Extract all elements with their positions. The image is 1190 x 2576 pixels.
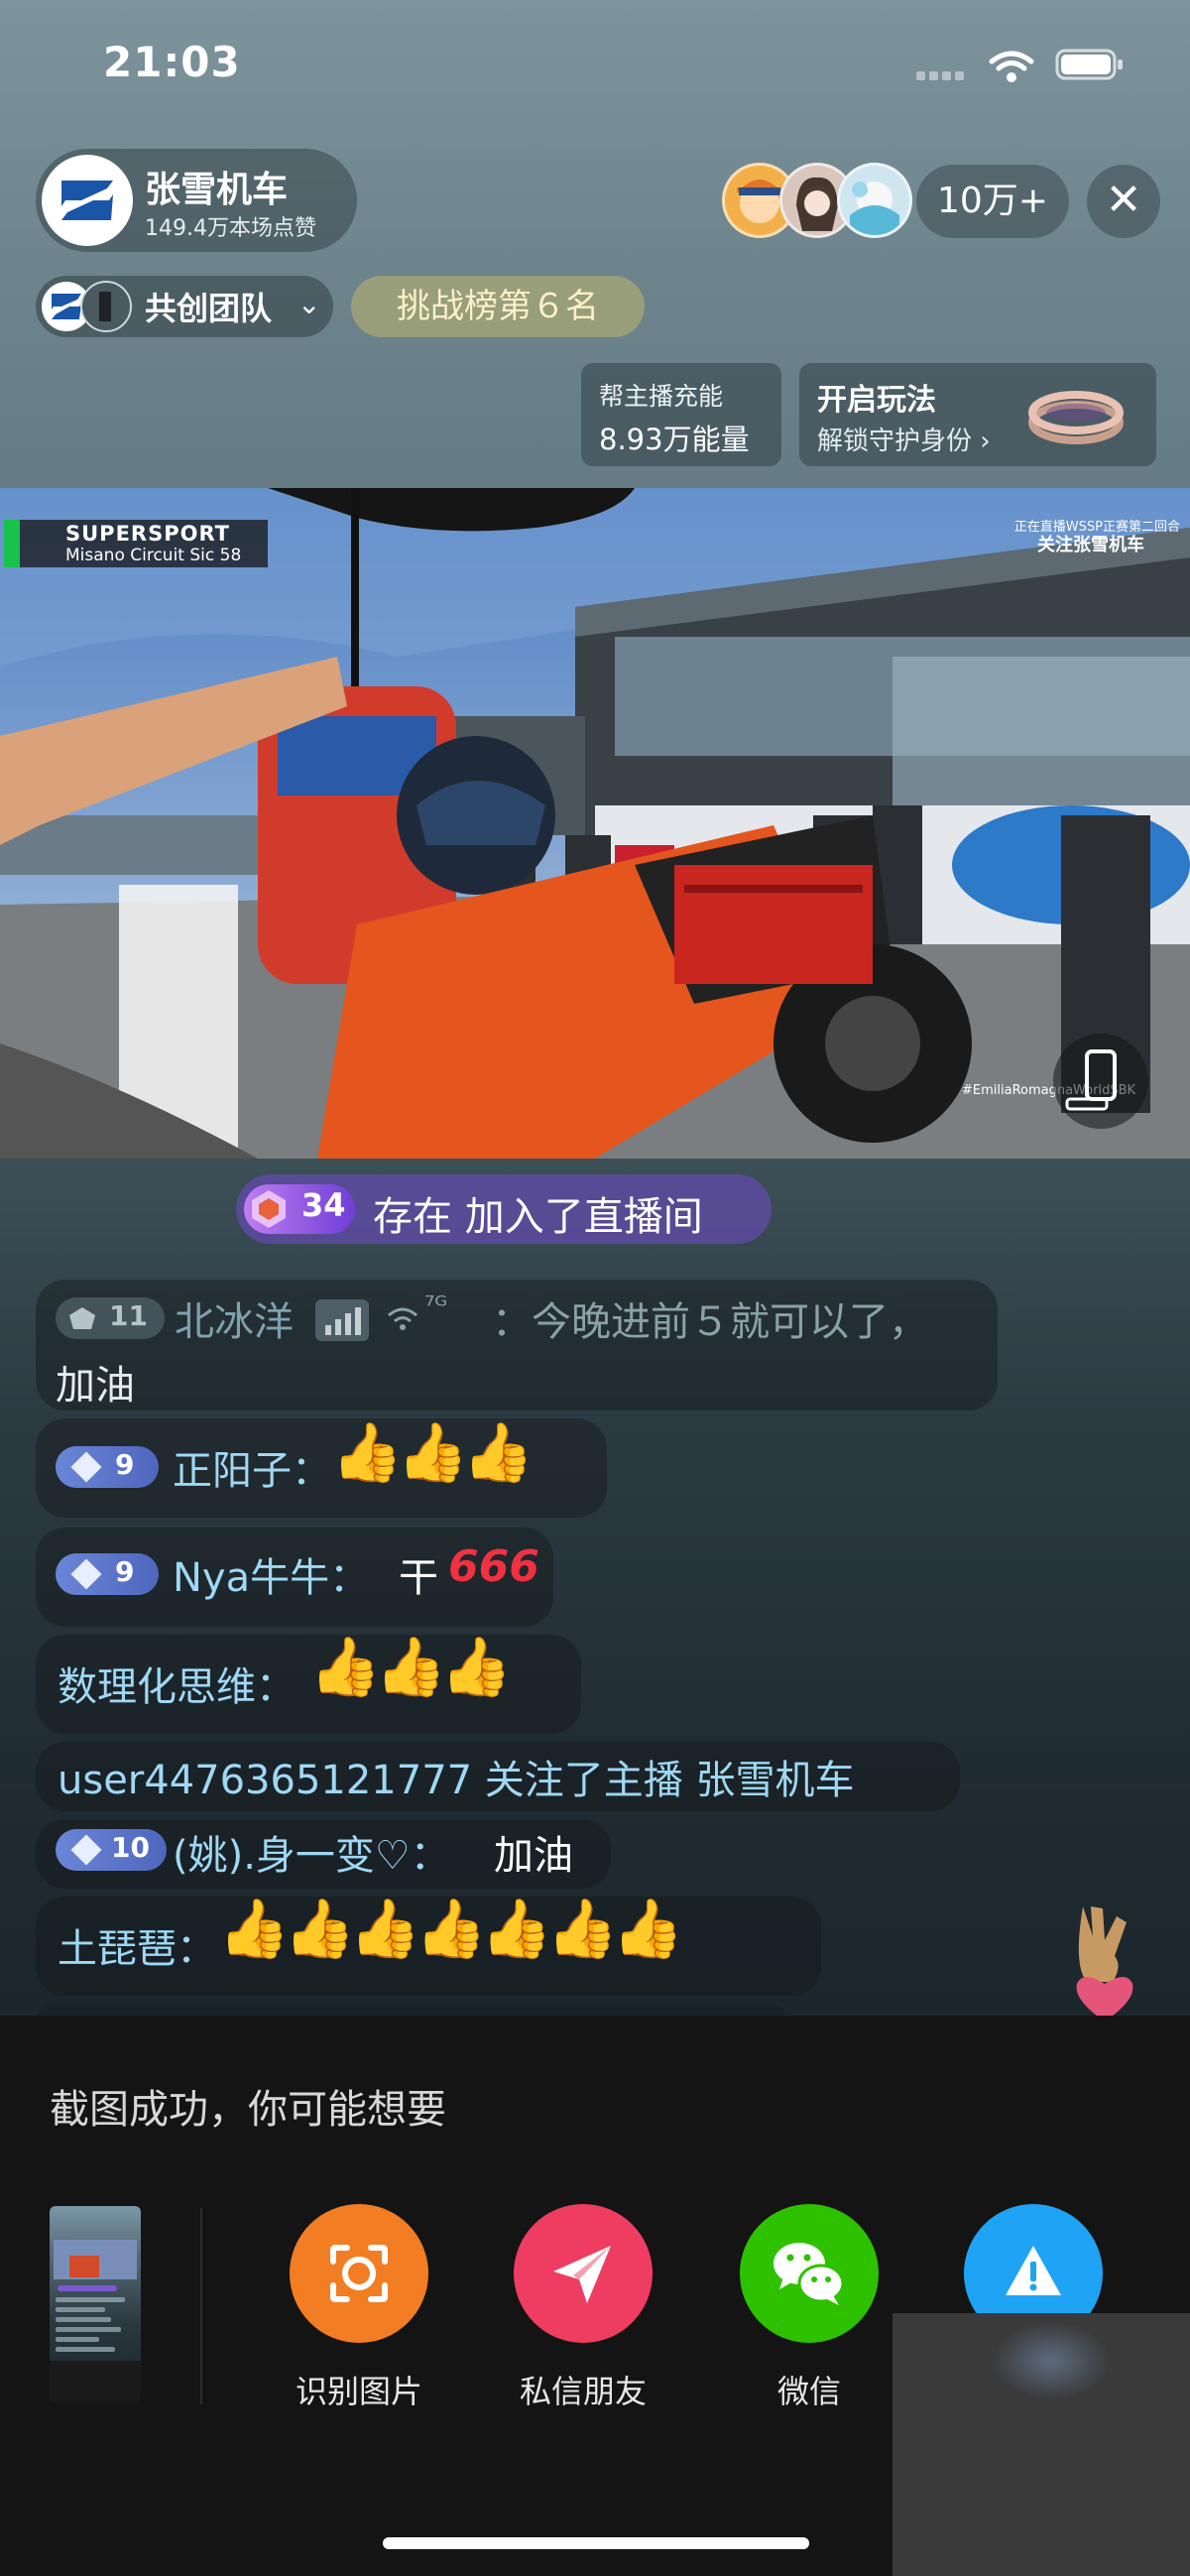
level-number: 9 — [115, 1555, 135, 1588]
signal-dot — [929, 71, 938, 80]
chat-username[interactable]: (姚).身一变♡： — [173, 1823, 450, 1881]
status-time: 21:03 — [103, 38, 241, 86]
thumbs-up-icon: 👍👍👍 — [331, 1418, 535, 1486]
join-level: 34 — [301, 1186, 346, 1224]
chat-text: 干 — [399, 1555, 438, 1601]
thumbs-up-icon: 👍👍👍👍👍👍👍 — [218, 1895, 684, 1962]
viewer-count-button[interactable]: 10万+ — [916, 165, 1069, 238]
scan-icon — [330, 2245, 388, 2302]
video-follow-note: 关注张雪机车 — [1037, 535, 1144, 555]
home-indicator[interactable] — [383, 2537, 809, 2549]
zxmoto-logo-icon — [46, 159, 129, 242]
chat-username[interactable]: Nya牛牛： — [173, 1545, 369, 1603]
chat-username[interactable]: 北冰洋 — [175, 1289, 294, 1347]
signal-strength-icon — [315, 1299, 369, 1341]
like-animation-icon[interactable] — [1063, 1897, 1146, 2025]
rotate-screen-icon[interactable] — [1053, 1034, 1148, 1129]
level-number: 9 — [115, 1448, 135, 1481]
live-video[interactable] — [0, 488, 1190, 1159]
signal-dot — [955, 71, 964, 80]
play-subtitle: 解锁守护身份 › — [817, 427, 991, 456]
level-number: 11 — [109, 1299, 148, 1332]
chat-username[interactable]: 土琵琶： — [58, 1916, 216, 1974]
send-icon — [553, 2246, 611, 2303]
badge-icon — [252, 1190, 286, 1228]
energy-title: 帮主播充能 — [599, 382, 724, 411]
divider — [200, 2208, 202, 2404]
chevron-down-icon: ⌄ — [298, 288, 321, 320]
scan-image-label: 识别图片 — [295, 2373, 422, 2410]
level-number: 10 — [111, 1831, 150, 1864]
wifi-icon — [989, 51, 1034, 82]
signal-dot — [916, 71, 925, 80]
chat-text: 加油 — [56, 1363, 135, 1409]
scan-image-button[interactable] — [290, 2204, 428, 2343]
host-name: 张雪机车 — [145, 170, 289, 210]
thumbs-up-icon: 👍👍👍 — [309, 1633, 513, 1700]
chat-text: ：今晚进前５就可以了， — [492, 1299, 928, 1345]
energy-value: 8.93万能量 — [599, 423, 750, 456]
overlay-title: SUPERSPORT — [65, 522, 231, 546]
message-friend-label: 私信朋友 — [519, 2373, 647, 2410]
wechat-button[interactable] — [740, 2204, 879, 2343]
level-icon — [69, 1307, 95, 1329]
rank-badge[interactable]: 挑战榜第６名 — [351, 276, 645, 337]
overlay-glow — [992, 2321, 1111, 2400]
video-frame — [0, 488, 1190, 1159]
team-avatars — [42, 281, 132, 332]
battery-icon — [1055, 49, 1123, 80]
signal-dot — [942, 71, 951, 80]
host-avatar[interactable] — [42, 155, 133, 246]
wechat-icon — [774, 2243, 845, 2305]
play-title: 开启玩法 — [817, 383, 936, 418]
team-label: 共创团队 — [145, 290, 273, 327]
close-icon[interactable]: ✕ — [1087, 165, 1160, 238]
network-type: ⁷ᴳ — [424, 1291, 448, 1321]
chat-username[interactable]: 数理化思维： — [58, 1655, 296, 1712]
wechat-label: 微信 — [776, 2373, 841, 2410]
chat-highlight: 666 — [448, 1541, 539, 1592]
chat-follow-notice: user4476365121777 关注了主播 张雪机车 — [58, 1758, 855, 1803]
screenshot-thumbnail[interactable] — [50, 2206, 141, 2402]
sheet-title: 截图成功，你可能想要 — [50, 2087, 446, 2133]
wifi-icon — [388, 1307, 417, 1330]
host-likes: 149.4万本场点赞 — [145, 216, 316, 241]
viewer-avatar[interactable] — [837, 163, 912, 238]
join-text: 存在 加入了直播间 — [373, 1194, 703, 1240]
chat-text: 加油 — [494, 1833, 573, 1879]
message-friend-button[interactable] — [514, 2204, 653, 2343]
chat-username[interactable]: 正阳子： — [173, 1438, 331, 1496]
overlay-subtitle: Misano Circuit Sic 58 — [65, 546, 242, 565]
ring-icon — [1028, 391, 1124, 444]
